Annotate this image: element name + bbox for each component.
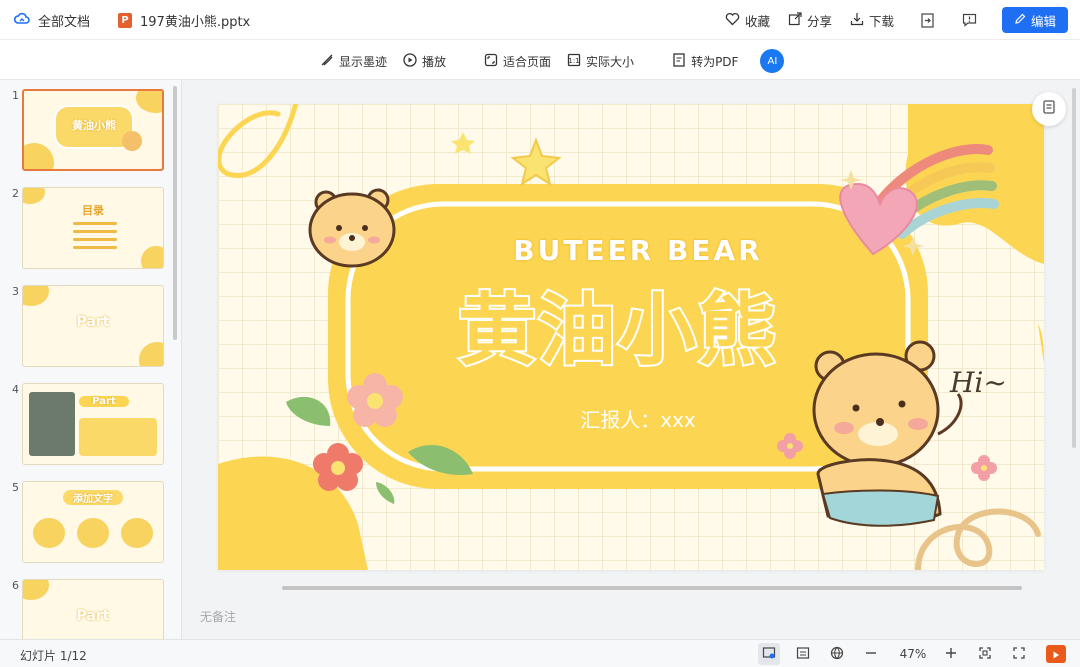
slide-thumbnail-1[interactable]: 1 黄油小熊 [0, 89, 170, 173]
slide-reporter: 汇报人：xxx [580, 408, 696, 432]
notes-view-button[interactable] [792, 643, 814, 665]
thumbnail-number: 3 [12, 285, 19, 298]
fit-screen-icon [978, 645, 992, 664]
play-triangle-icon [1051, 645, 1061, 664]
slide-thumbnail-2[interactable]: 2 目录 [0, 187, 170, 271]
download-label: 下载 [868, 13, 894, 29]
thumbnail-number: 2 [12, 187, 19, 200]
slide-title: 黄油小熊 [456, 284, 778, 378]
ink-icon [320, 53, 334, 70]
edit-label: 编辑 [1030, 13, 1056, 29]
slide-vertical-scrollbar[interactable] [1072, 88, 1076, 448]
slide-thumbnail-panel: 1 黄油小熊 2 目录 3 Part 4 Part 5 添加文字 6 Part [0, 80, 182, 639]
svg-text:1:1: 1:1 [568, 57, 579, 65]
thumbnail-number: 4 [12, 383, 19, 396]
share-button[interactable]: 分享 [788, 7, 832, 33]
thumbnail-title: Part [79, 396, 129, 407]
thumbnail-preview: 目录 [22, 187, 164, 269]
thumbnail-preview: Part [22, 285, 164, 367]
slide-thumbnail-4[interactable]: 4 Part [0, 383, 170, 467]
thumbnail-title: Part [76, 314, 110, 330]
edit-button[interactable]: 编辑 [1001, 7, 1068, 33]
share-icon [788, 11, 802, 29]
fit-screen-button[interactable] [974, 643, 996, 665]
fit-page-icon [484, 53, 498, 70]
thumbnail-preview: 添加文字 [22, 481, 164, 563]
slide-view: BUTEER BEAR 黄油小熊 汇报人：xxx Hi~ 无备注 [182, 80, 1080, 639]
top-bar: 全部文档 P 197黄油小熊.pptx 收藏 分享 下载 编辑 [0, 0, 1080, 40]
thumbnail-title: 添加文字 [63, 490, 123, 505]
slide-thumbnail-6[interactable]: 6 Part [0, 579, 170, 639]
actual-size-label: 实际大小 [586, 54, 635, 69]
download-button[interactable]: 下载 [850, 7, 894, 33]
zoom-out-button[interactable] [860, 643, 882, 665]
thumbnail-preview: Part [22, 383, 164, 465]
ai-label: AI [767, 55, 778, 67]
normal-view-icon [762, 645, 776, 664]
thumbnail-title: 目录 [82, 204, 104, 217]
show-ink-label: 显示墨迹 [339, 54, 388, 69]
file-name: 197黄油小熊.pptx [140, 15, 251, 30]
thumbnail-scrollbar[interactable] [173, 86, 177, 340]
slide-canvas: BUTEER BEAR 黄油小熊 汇报人：xxx Hi~ [218, 104, 1044, 570]
download-icon [850, 12, 864, 29]
thumbnail-preview: Part [22, 579, 164, 639]
to-pdf-label: 转为PDF [691, 54, 739, 69]
slide-subtitle: BUTEER BEAR [513, 234, 763, 267]
fit-page-label: 适合页面 [503, 54, 552, 69]
actual-size-button[interactable]: 1:1 实际大小 [567, 50, 634, 72]
ai-assistant-button[interactable]: AI [760, 49, 785, 73]
feedback-icon[interactable] [962, 12, 978, 28]
file-title: P 197黄油小熊.pptx [118, 11, 250, 30]
cloud-icon [13, 12, 30, 30]
thumbnail-number: 6 [12, 579, 19, 592]
pdf-icon [672, 52, 686, 70]
fullscreen-icon [1012, 645, 1026, 664]
slide-thumbnail-5[interactable]: 5 添加文字 [0, 481, 170, 565]
thumbnail-title: 黄油小熊 [72, 119, 116, 132]
plus-icon [944, 645, 958, 664]
normal-view-button[interactable] [758, 643, 780, 665]
to-pdf-button[interactable]: 转为PDF [672, 50, 738, 72]
play-button[interactable]: 播放 [403, 50, 446, 72]
slide-hi-text: Hi~ [950, 366, 1007, 399]
web-view-button[interactable] [826, 643, 848, 665]
document-icon [1041, 99, 1057, 119]
notes-placeholder[interactable]: 无备注 [200, 608, 236, 625]
minus-icon [864, 645, 878, 664]
ppt-file-icon: P [118, 13, 132, 28]
fit-page-button[interactable]: 适合页面 [484, 50, 551, 72]
status-bar: 幻灯片 1/12 47% [0, 639, 1080, 667]
heart-icon [725, 12, 740, 29]
view-toolbar: 显示墨迹 播放 适合页面 1:1 实际大小 转为PDF AI [0, 40, 1080, 80]
play-label: 播放 [422, 54, 447, 69]
thumbnail-number: 5 [12, 481, 19, 494]
notes-icon [796, 645, 810, 664]
share-label: 分享 [806, 13, 832, 29]
zoom-level[interactable]: 47% [898, 647, 928, 661]
slide-counter: 幻灯片 1/12 [20, 649, 87, 663]
globe-icon [830, 645, 844, 664]
zoom-in-button[interactable] [940, 643, 962, 665]
all-docs-label: 全部文档 [38, 15, 91, 30]
thumbnail-number: 1 [12, 89, 19, 102]
slide-horizontal-scrollbar[interactable] [282, 586, 1022, 590]
fullscreen-button[interactable] [1008, 643, 1030, 665]
thumbnail-title: Part [76, 608, 110, 624]
floating-tool-button[interactable] [1032, 92, 1066, 126]
slide-thumbnail-3[interactable]: 3 Part [0, 285, 170, 369]
thumbnail-preview: 黄油小熊 [22, 89, 164, 171]
slideshow-play-button[interactable] [1046, 645, 1066, 663]
actual-size-icon: 1:1 [567, 53, 581, 70]
all-docs-link[interactable]: 全部文档 [13, 11, 91, 30]
play-icon [403, 52, 417, 70]
export-icon[interactable] [920, 12, 936, 28]
favorite-label: 收藏 [744, 13, 770, 29]
show-ink-button[interactable]: 显示墨迹 [320, 50, 387, 72]
favorite-button[interactable]: 收藏 [725, 7, 770, 33]
pencil-icon [1014, 13, 1026, 28]
